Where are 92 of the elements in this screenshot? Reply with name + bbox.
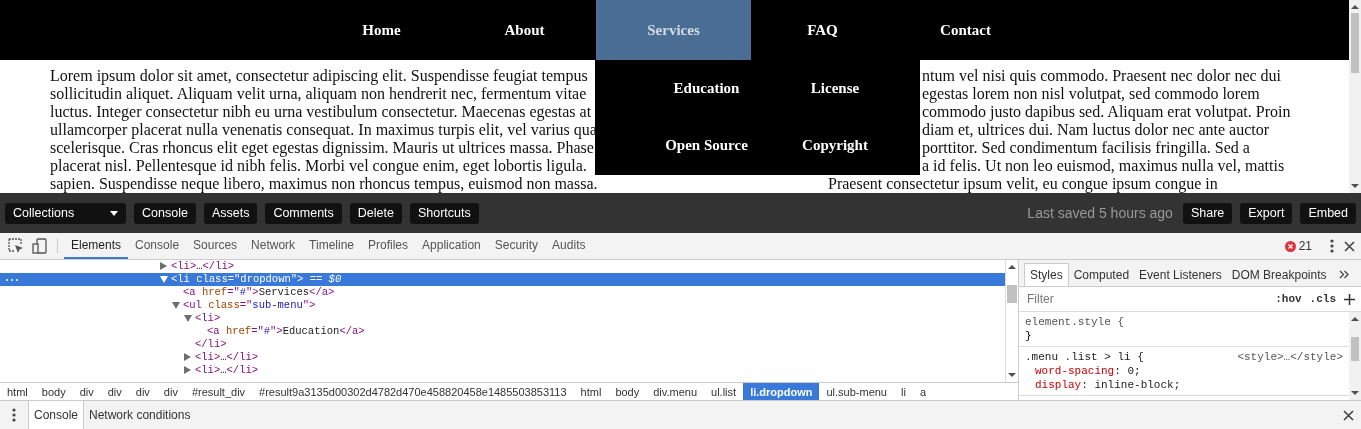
toolbar-button[interactable]: Shortcuts [409,202,479,224]
toolbar-button[interactable]: Share [1182,202,1233,224]
breadcrumb[interactable]: div.menu [646,383,705,400]
styles-tab[interactable]: Styles [1024,263,1069,286]
dom-node[interactable]: <a href="#">Education</a> [0,325,1005,338]
source-link[interactable]: <style>…</style> [1237,350,1343,364]
devtools-tab[interactable]: Timeline [302,233,361,259]
styles-tab[interactable]: Event Listeners [1134,263,1227,286]
device-icon[interactable] [32,238,48,254]
collections-dropdown[interactable]: Collections [5,202,126,224]
toolbar-button[interactable]: Export [1240,202,1293,224]
paragraph-text: sollicitudin aliquet. Aliquam velit urna, aliquam non hendrerit nec, fermentum vitae [50,85,588,103]
drawer-tab[interactable]: Console [28,401,85,429]
breadcrumb[interactable]: ul.sub-menu [819,383,894,400]
paragraph-text: egestas lorem non nisl volutpat, sed commodo lorem [922,85,1260,102]
breadcrumb[interactable]: div [128,383,157,400]
breadcrumb[interactable]: div [72,383,101,400]
nav-link[interactable]: Home [310,0,453,60]
breadcrumb[interactable]: li.dropdown [743,383,820,400]
breadcrumb[interactable]: div [100,383,129,400]
breadcrumb[interactable]: a [912,383,933,400]
nav-link[interactable]: About [453,0,596,60]
filter-field[interactable]: Filter [1025,291,1268,307]
error-icon [1284,240,1296,252]
save-status: Last saved 5 hours ago [1027,205,1173,221]
paragraph-text: sapien. Suspendisse neque libero, maximus non rhoncus tempus, euismod non massa. [50,175,595,193]
css-selector: element.style { [1025,315,1125,329]
paragraph-text: porttitor. Sed condimentum facilisis fringilla. Sed a [922,139,1250,156]
breadcrumb[interactable]: ul.list [704,383,744,400]
nav-link[interactable]: FAQ [751,0,894,60]
dom-node[interactable]: <ul class="sub-menu"> [0,299,1005,312]
css-selector: .menu .list > li { [1025,350,1144,364]
dom-node[interactable]: <li class="dropdown"> == $0 [0,273,1005,286]
toolbar-button[interactable]: Comments [265,202,342,224]
submenu-link[interactable]: License [750,60,920,117]
breadcrumb[interactable]: li [894,383,913,400]
breadcrumb[interactable]: div [156,383,185,400]
devtools-tab[interactable]: Audits [545,233,593,259]
paragraph-text: scelerisque. Cras rhoncus elit eget egestas dignissim. Mauris ut ultrices massa. Phase [50,139,595,157]
breadcrumb[interactable]: #result9a3135d00302d4782d470e458820458e1485503853113 [252,383,574,400]
devtools-tab[interactable]: Security [487,233,546,259]
toolbar-button[interactable]: Assets [203,202,258,224]
devtools-tab[interactable]: Application [415,233,488,259]
toolbar-button[interactable]: Delete [349,202,402,224]
nav-link[interactable]: Contact [894,0,1037,60]
close-icon[interactable] [1343,409,1354,421]
devtools-tab[interactable]: Console [128,233,187,259]
css-declaration: word-spacing: 0; [1034,364,1142,378]
styles-tab[interactable]: Computed [1068,263,1135,286]
dom-node[interactable]: </li> [0,338,1005,351]
toolbar-button[interactable]: Embed [1300,202,1356,224]
breadcrumb[interactable]: body [34,383,73,400]
devtools-tab[interactable]: Profiles [361,233,416,259]
breadcrumb[interactable]: body [608,383,647,400]
devtools-tab[interactable]: Sources [186,233,245,259]
breadcrumb[interactable]: html [573,383,609,400]
styles-tab[interactable]: DOM Breakpoints [1226,263,1332,286]
drawer-tab[interactable]: Network conditions [84,401,196,429]
dom-node[interactable]: <li> [0,312,1005,325]
more-options-icon[interactable] [12,408,16,422]
paragraph-text: luctus. Integer consectetur nibh eu urna vestibulum consectetur. Maecenas egestas at [50,103,593,121]
scrollbar[interactable] [1005,260,1018,382]
paragraph-text: Praesent consectetur ipsum velit, eu congue ipsum congue in [828,175,1218,192]
paragraph-text: diam et, ultrices dui. Nam luctus dolor nec ante auctor [922,121,1269,138]
dom-node[interactable]: <li>…</li> [0,351,1005,364]
devtools-tab[interactable]: Network [244,233,303,259]
filter-toggle[interactable]: .cls [1309,293,1336,305]
chevron-icon[interactable] [1339,270,1350,279]
inspect-icon[interactable] [8,238,24,254]
nav-link[interactable]: Services [596,0,751,60]
paragraph-text: Lorem ipsum dolor sit amet, consectetur adipiscing elit. Suspendisse feugiat tempus [50,67,589,85]
scrollbar[interactable] [1349,0,1361,193]
more-options-icon[interactable] [1330,239,1334,253]
paragraph-text: commodo justo dapibus sed. Aliquam erat volutpat. Proin [922,103,1291,120]
paragraph-text: placerat nisl. Pellentesque id nibh felis. Morbi vel congue enim, eget lobortis ligula. [50,157,588,175]
css-brace: } [1025,329,1033,343]
close-icon[interactable] [1344,240,1355,252]
dom-node[interactable]: <a href="#">Services</a> [0,286,1005,299]
toolbar-button[interactable]: Console [134,202,196,224]
paragraph-text: a id felis. Ut non leo euismod, maximus nulla vel, mattis [922,157,1285,174]
devtools-tab[interactable]: Elements [64,233,129,259]
css-declaration: display: inline-block; [1034,378,1182,392]
dom-node[interactable]: <li>…</li> [0,364,1005,377]
scrollbar[interactable] [1349,312,1361,400]
plus-icon[interactable] [1344,293,1355,305]
caret-icon [110,210,118,216]
paragraph-text: ntum vel nisi quis commodo. Praesent nec dolor nec dui [922,67,1282,84]
breadcrumb[interactable]: #result_div [184,383,253,400]
error-count: 21 [1298,239,1312,253]
breadcrumb[interactable]: html [0,383,35,400]
filter-toggle[interactable]: :hov [1275,293,1302,305]
submenu-link[interactable]: Copyright [750,117,920,174]
